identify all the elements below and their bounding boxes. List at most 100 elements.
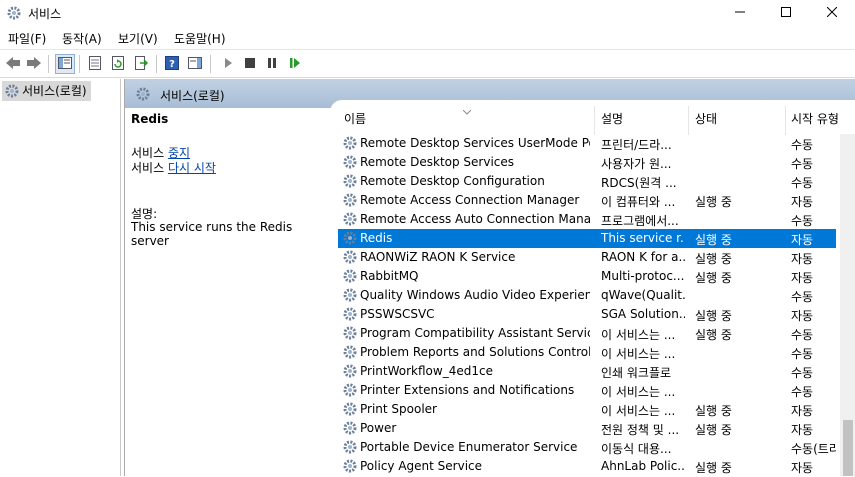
service-name-cell: Remote Desktop Configuration — [360, 174, 545, 188]
back-button[interactable] — [3, 54, 23, 74]
service-row[interactable]: Remote Desktop Services 사용자가 원... 수동 — [338, 153, 836, 172]
service-description-cell: This service r... — [601, 231, 685, 245]
service-row[interactable]: Portable Device Enumerator Service 이동식 대용… — [338, 438, 836, 457]
restart-service-line: 서비스 다시 시작 — [131, 159, 216, 176]
tree-item-label: 서비스(로컬) — [22, 84, 87, 98]
service-row[interactable]: Redis This service r... 실행 중 자동 — [338, 229, 836, 248]
vertical-scrollbar[interactable] — [840, 134, 855, 476]
service-startup-cell: 수동 — [791, 138, 814, 152]
column-divider[interactable] — [785, 106, 786, 135]
service-row[interactable]: Remote Desktop Configuration RDCS(원격 ... 수… — [338, 172, 836, 191]
service-description-cell: 전원 정책 및 ... — [601, 423, 680, 437]
service-row[interactable]: Power 전원 정책 및 ... 실행 중 자동 — [338, 419, 836, 438]
service-name-cell: Program Compatibility Assistant Service — [360, 326, 590, 340]
sort-ascending-icon — [462, 104, 472, 118]
service-row[interactable]: Remote Desktop Services UserMode Port ..… — [338, 134, 836, 153]
pause-service-button[interactable] — [262, 54, 282, 74]
column-header-name[interactable]: 이름 — [344, 110, 366, 127]
maximize-button[interactable] — [763, 0, 809, 26]
console-tree: 서비스(로컬) — [0, 79, 121, 476]
menu-action[interactable]: 동작(A) — [62, 30, 102, 47]
help-button[interactable]: ? — [162, 54, 182, 74]
service-description-cell: 이 서비스는 ... — [601, 328, 676, 342]
service-row[interactable]: Program Compatibility Assistant Service 이… — [338, 324, 836, 343]
toolbar-separator — [48, 55, 49, 73]
column-divider[interactable] — [688, 106, 689, 135]
column-header-startup[interactable]: 시작 유형 — [791, 110, 855, 127]
properties-list-button[interactable] — [85, 54, 105, 74]
service-name-cell: Remote Access Auto Connection Manager — [360, 212, 590, 226]
gear-icon — [342, 401, 358, 420]
gear-icon — [342, 458, 358, 477]
content-header-label: 서비스(로컬) — [160, 89, 225, 103]
gear-icon — [342, 287, 358, 306]
minimize-button[interactable] — [717, 0, 763, 26]
service-row[interactable]: Remote Access Auto Connection Manager 프로그… — [338, 210, 836, 229]
gear-icon — [342, 249, 358, 268]
maximize-icon — [781, 6, 791, 20]
service-startup-cell: 자동 — [791, 461, 814, 475]
gear-icon — [342, 363, 358, 382]
start-service-button[interactable] — [218, 54, 238, 74]
toolbar: ? — [0, 49, 855, 78]
service-row[interactable]: Printer Extensions and Notifications 이 서비… — [338, 381, 836, 400]
service-row[interactable]: RabbitMQ Multi-protoc... 실행 중 자동 — [338, 267, 836, 286]
forward-button[interactable] — [24, 54, 44, 74]
gear-icon — [342, 154, 358, 173]
service-row[interactable]: PSSWSCSVC SGA Solution... 실행 중 자동 — [338, 305, 836, 324]
service-row[interactable]: Problem Reports and Solutions Control P.… — [338, 343, 836, 362]
stop-service-button[interactable] — [240, 54, 260, 74]
service-state-cell: 실행 중 — [695, 233, 732, 247]
service-state-cell: 실행 중 — [695, 423, 732, 437]
column-header-description[interactable]: 설명 — [601, 110, 623, 127]
gear-icon — [342, 230, 358, 249]
services-gear-icon — [6, 5, 22, 24]
list-header: 이름 설명 상태 시작 유형 — [330, 100, 855, 135]
close-button[interactable] — [809, 0, 855, 26]
service-state-cell: 실행 중 — [695, 271, 732, 285]
service-row[interactable]: Print Spooler 이 서비스는 ... 실행 중 자동 — [338, 400, 836, 419]
service-row[interactable]: RAONWiZ RAON K Service RAON K for a... 실행 … — [338, 248, 836, 267]
show-action-pane-button[interactable] — [185, 54, 205, 74]
restart-service-button[interactable] — [285, 54, 305, 74]
column-divider[interactable] — [594, 106, 595, 135]
forward-arrow-icon — [26, 56, 42, 73]
tree-item-services-local[interactable]: 서비스(로컬) — [2, 81, 91, 101]
service-description-cell: 이 서비스는 ... — [601, 385, 676, 399]
service-row[interactable]: PrintWorkflow_4ed1ce 인쇄 워크플로 수동 — [338, 362, 836, 381]
gear-icon — [342, 306, 358, 325]
gear-icon — [342, 344, 358, 363]
restart-service-link[interactable]: 다시 시작 — [168, 161, 216, 175]
gear-icon — [4, 83, 20, 105]
column-header-state[interactable]: 상태 — [695, 110, 717, 127]
menu-help[interactable]: 도움말(H) — [174, 30, 226, 47]
service-startup-cell: 자동 — [791, 309, 814, 323]
refresh-icon — [111, 55, 125, 73]
gear-icon — [342, 135, 358, 154]
service-state-cell: 실행 중 — [695, 252, 732, 266]
service-name-cell: Printer Extensions and Notifications — [360, 383, 575, 397]
service-description-cell: AhnLab Polic... — [601, 459, 685, 473]
export-list-button[interactable] — [131, 54, 151, 74]
service-startup-cell: 자동 — [791, 404, 814, 418]
service-row[interactable]: Policy Agent Service AhnLab Polic... 실행 중 자… — [338, 457, 836, 476]
console-tree-icon — [58, 56, 72, 72]
service-startup-cell: 자동 — [791, 195, 814, 209]
stop-service-link[interactable]: 중지 — [168, 146, 190, 160]
scrollbar-thumb[interactable] — [843, 420, 853, 476]
service-row[interactable]: Quality Windows Audio Video Experience qW… — [338, 286, 836, 305]
service-startup-cell: 수동 — [791, 328, 814, 342]
menu-file[interactable]: 파일(F) — [8, 30, 46, 47]
service-name-cell: Remote Access Connection Manager — [360, 193, 580, 207]
service-row[interactable]: Remote Access Connection Manager 이 컴퓨터와 .… — [338, 191, 836, 210]
show-hide-console-tree-button[interactable] — [55, 54, 75, 74]
refresh-button[interactable] — [108, 54, 128, 74]
service-detail-panel: Redis 서비스 중지 서비스 다시 시작 설명: This service … — [125, 108, 330, 476]
service-startup-cell: 수동 — [791, 385, 814, 399]
gear-icon — [342, 211, 358, 230]
service-name-cell: Portable Device Enumerator Service — [360, 440, 578, 454]
gear-icon — [342, 382, 358, 401]
service-state-cell: 실행 중 — [695, 309, 732, 323]
menu-view[interactable]: 보기(V) — [118, 30, 158, 47]
service-startup-cell: 수동 — [791, 214, 814, 228]
